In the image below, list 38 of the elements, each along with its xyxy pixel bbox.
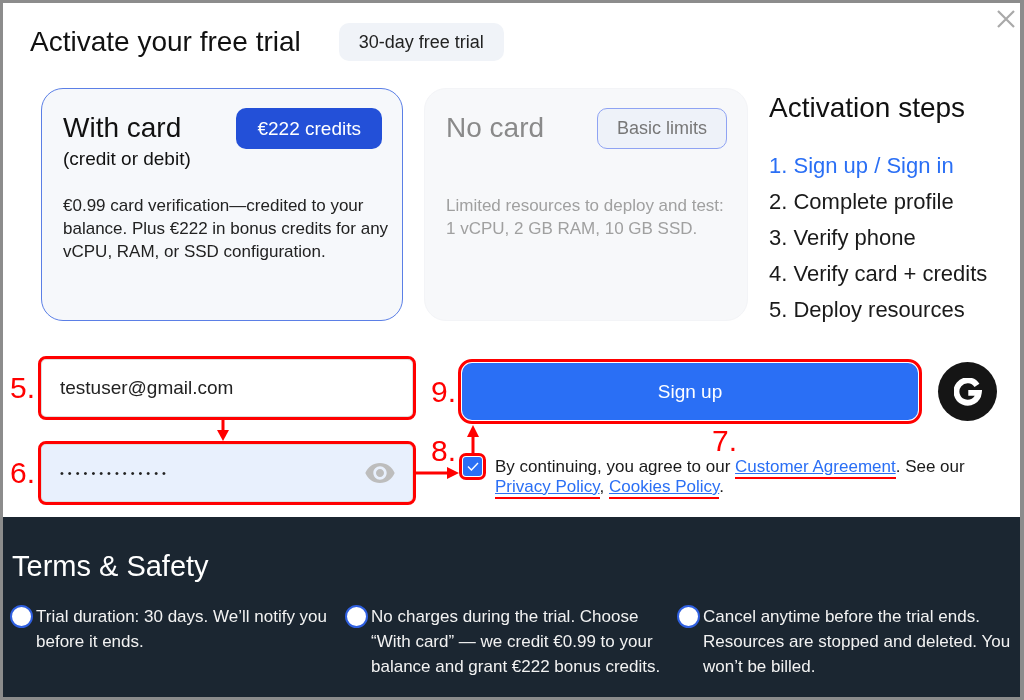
plan-description: Limited resources to deploy and test: 1 vCPU, 2 GB RAM, 10 GB SSD. bbox=[446, 195, 725, 240]
checkmark-icon bbox=[466, 462, 479, 471]
plan-title: No card bbox=[446, 111, 545, 145]
plan-badge: €222 credits bbox=[236, 108, 382, 149]
plan-subtitle: (credit or debit) bbox=[63, 148, 191, 170]
email-field[interactable]: testuser@gmail.com bbox=[41, 359, 413, 417]
step-item: 4. Verify card + credits bbox=[769, 260, 989, 288]
step-item: 5. Deploy resources bbox=[769, 296, 966, 324]
close-icon[interactable] bbox=[997, 10, 1015, 28]
step-item: 3. Verify phone bbox=[769, 224, 917, 252]
annotation-number: 6. bbox=[9, 458, 35, 488]
plan-card[interactable]: No card Basic limits Limited resources to deploy and test: 1 vCPU, 2 GB RAM, 10 GB SSD. bbox=[424, 88, 748, 321]
annotation-number: 5. bbox=[9, 373, 35, 403]
plan-title: With card bbox=[63, 111, 183, 145]
steps-heading: Activation steps bbox=[769, 91, 967, 125]
annotation-number: 7. bbox=[712, 426, 738, 456]
plan-badge: Basic limits bbox=[597, 108, 727, 149]
terms-heading: Terms & Safety bbox=[12, 549, 210, 583]
annotation-number: 9. bbox=[430, 376, 456, 407]
step-item: 2. Complete profile bbox=[769, 188, 955, 216]
g-logo-icon bbox=[953, 377, 982, 406]
terms-text: No charges during the trial. Choose “With card” — we credit €0.99 to your balance and grant €222 bonus credits. bbox=[371, 606, 662, 678]
terms-text: Trial duration: 30 days. We’ll notify you before it ends. bbox=[36, 606, 329, 653]
legal-link[interactable]: Privacy Policy bbox=[495, 477, 600, 499]
bullet-circle-icon bbox=[345, 605, 368, 628]
bullet-circle-icon bbox=[677, 605, 700, 628]
step-item: 1. Sign up / Sign in bbox=[769, 152, 955, 180]
plan-description: €0.99 card verification—credited to your balance. Plus €222 in bonus credits for any vCPU, RAM, or SSD configuration. bbox=[63, 195, 390, 263]
terms-text: Cancel anytime before the trial ends. Resources are stopped and deleted. You won’t be billed. bbox=[703, 606, 1012, 678]
password-field[interactable]: •••••••••••••• bbox=[41, 444, 413, 502]
dialog-title: Activate your free trial bbox=[30, 25, 301, 59]
legal-link[interactable]: Customer Agreement bbox=[735, 457, 896, 479]
consent-text: By continuing, you agree to our Customer Agreement. See our Privacy Policy, Cookies Policy. bbox=[495, 457, 987, 497]
trial-badge: 30-day free trial bbox=[338, 23, 504, 61]
annotation-number: 8. bbox=[430, 436, 456, 466]
bullet-circle-icon bbox=[10, 605, 33, 628]
legal-link[interactable]: Cookies Policy bbox=[609, 477, 720, 499]
plan-card[interactable]: With card (credit or debit) €222 credits €0.99 card verification—credited to your balance. Plus €222 in bonus credits for any vCPU, RAM, or SSD configuration. bbox=[41, 88, 403, 321]
